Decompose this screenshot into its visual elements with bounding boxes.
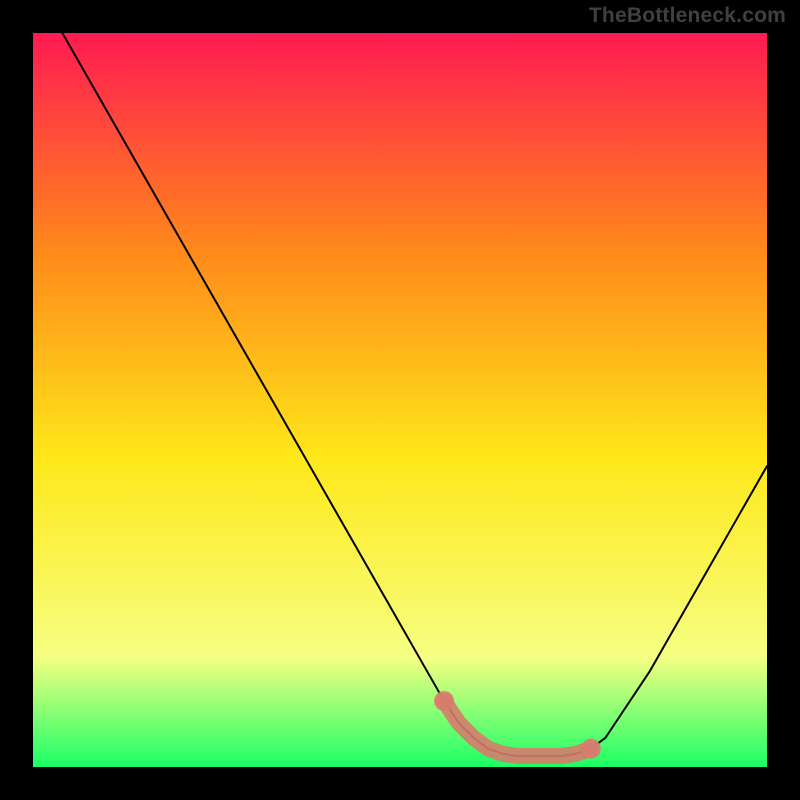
chart-svg xyxy=(33,33,767,767)
plot-area xyxy=(33,33,767,767)
highlight-dot-right xyxy=(581,739,601,759)
chart-container: TheBottleneck.com xyxy=(0,0,800,800)
highlight-dot-left xyxy=(434,691,454,711)
watermark-text: TheBottleneck.com xyxy=(589,4,786,28)
